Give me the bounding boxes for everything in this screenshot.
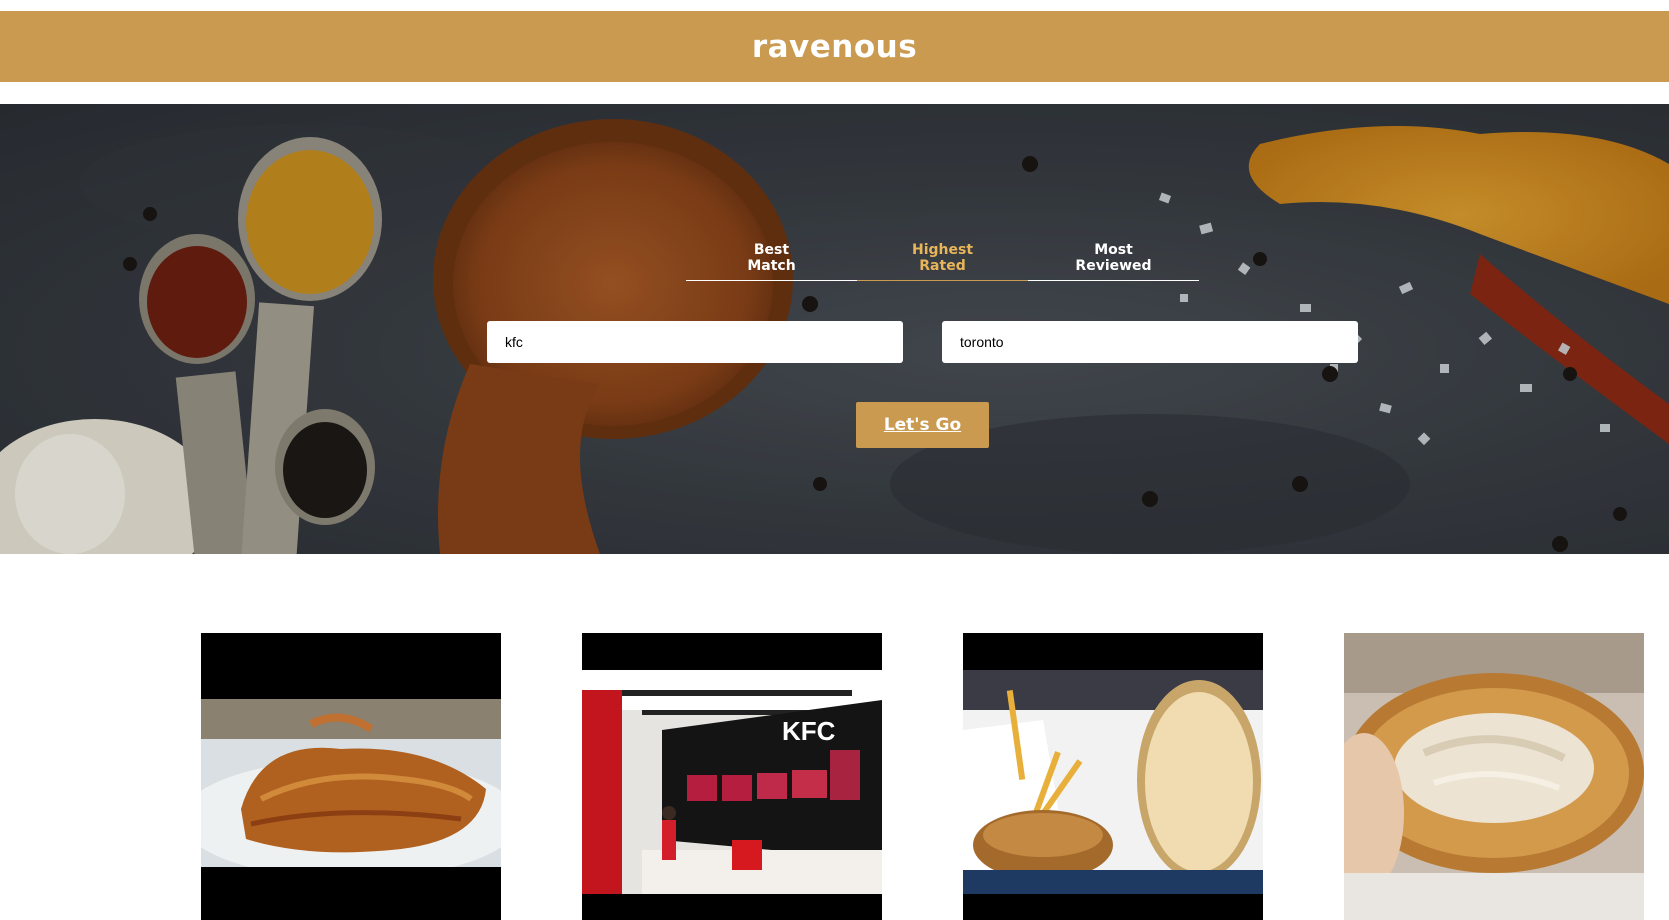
business-card[interactable]: [1344, 633, 1644, 920]
search-term-input[interactable]: [487, 321, 903, 363]
business-image: [201, 699, 501, 867]
business-image: [963, 670, 1263, 894]
svg-text:KFC: KFC: [782, 716, 836, 746]
sort-option-best-match[interactable]: Best Match: [686, 242, 857, 281]
lets-go-button[interactable]: Let's Go: [856, 402, 989, 448]
business-image: KFC: [582, 670, 882, 894]
sort-option-label: Reviewed: [1075, 258, 1152, 274]
sort-option-label: Highest: [911, 242, 974, 258]
sort-option-label: Rated: [919, 258, 966, 274]
sort-option-label: Most: [1094, 242, 1133, 258]
business-image: [1344, 633, 1644, 920]
sort-option-label: Match: [747, 258, 796, 274]
location-input[interactable]: [942, 321, 1358, 363]
brand-logo-text: ravenous: [751, 28, 918, 65]
sort-option-label: Best: [753, 242, 790, 258]
sort-option-most-reviewed[interactable]: Most Reviewed: [1028, 242, 1199, 281]
business-card[interactable]: [201, 633, 501, 920]
sort-options: Best Match Highest Rated Most Reviewed: [686, 136, 1200, 281]
app-header: ravenous: [0, 11, 1669, 82]
business-card[interactable]: KFC: [582, 633, 882, 920]
business-card[interactable]: [963, 633, 1263, 920]
sort-option-highest-rated[interactable]: Highest Rated: [857, 242, 1028, 281]
